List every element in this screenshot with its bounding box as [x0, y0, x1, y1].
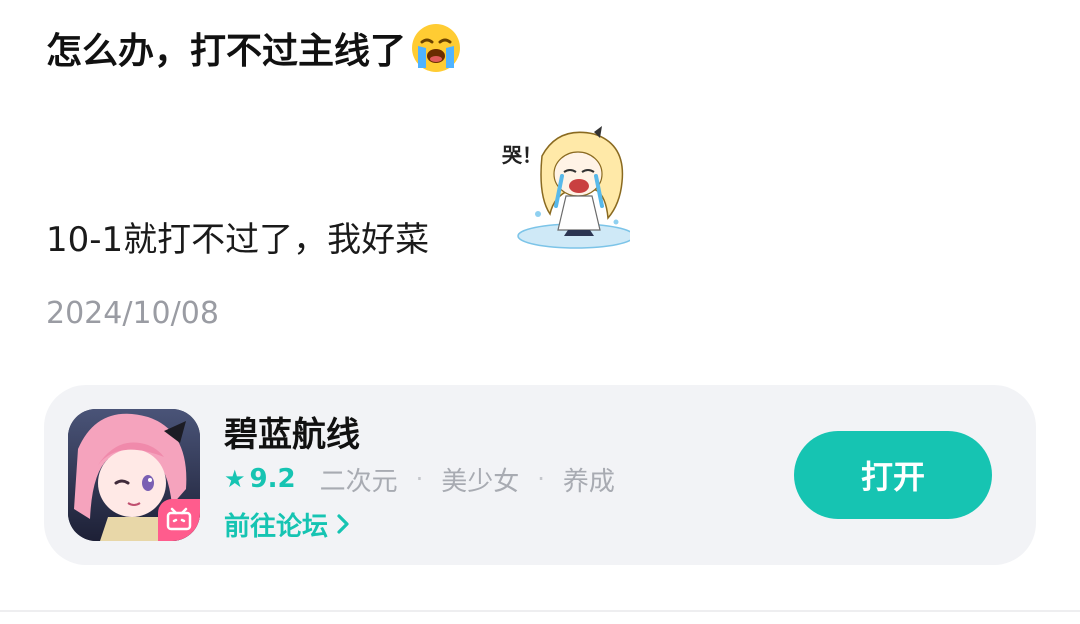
forum-link[interactable]: 前往论坛 [224, 505, 350, 543]
game-tag: 美少女 [441, 466, 520, 497]
open-button[interactable]: 打开 [794, 431, 992, 519]
post-body: 10-1就打不过了，我好菜 [46, 220, 430, 260]
tag-separator: · [415, 465, 424, 493]
post-title: 怎么办，打不过主线了 [46, 16, 462, 80]
game-tag: 养成 [562, 466, 615, 497]
game-meta: ★ 9.2 二次元 · 美少女 · 养成 [224, 461, 615, 497]
bilibili-badge-icon [158, 499, 200, 541]
post-title-text: 怎么办，打不过主线了 [46, 31, 407, 72]
star-icon: ★ [224, 465, 246, 493]
post-date: 2024/10/08 [46, 296, 219, 331]
chevron-right-icon [337, 514, 349, 534]
divider [0, 610, 1080, 612]
crying-anime-girl-sticker: 哭！ [502, 126, 630, 249]
crying-face-icon [412, 24, 461, 72]
sticker-text: 哭！ [502, 143, 542, 167]
tag-separator: · [537, 465, 545, 493]
forum-link-label: 前往论坛 [224, 511, 329, 542]
game-app-icon[interactable] [68, 409, 200, 541]
game-name[interactable]: 碧蓝航线 [224, 413, 360, 457]
game-rating: 9.2 [249, 464, 296, 494]
game-card[interactable]: 碧蓝航线 ★ 9.2 二次元 · 美少女 · 养成 前往论坛 打开 [44, 385, 1036, 565]
game-tag: 二次元 [319, 466, 398, 497]
